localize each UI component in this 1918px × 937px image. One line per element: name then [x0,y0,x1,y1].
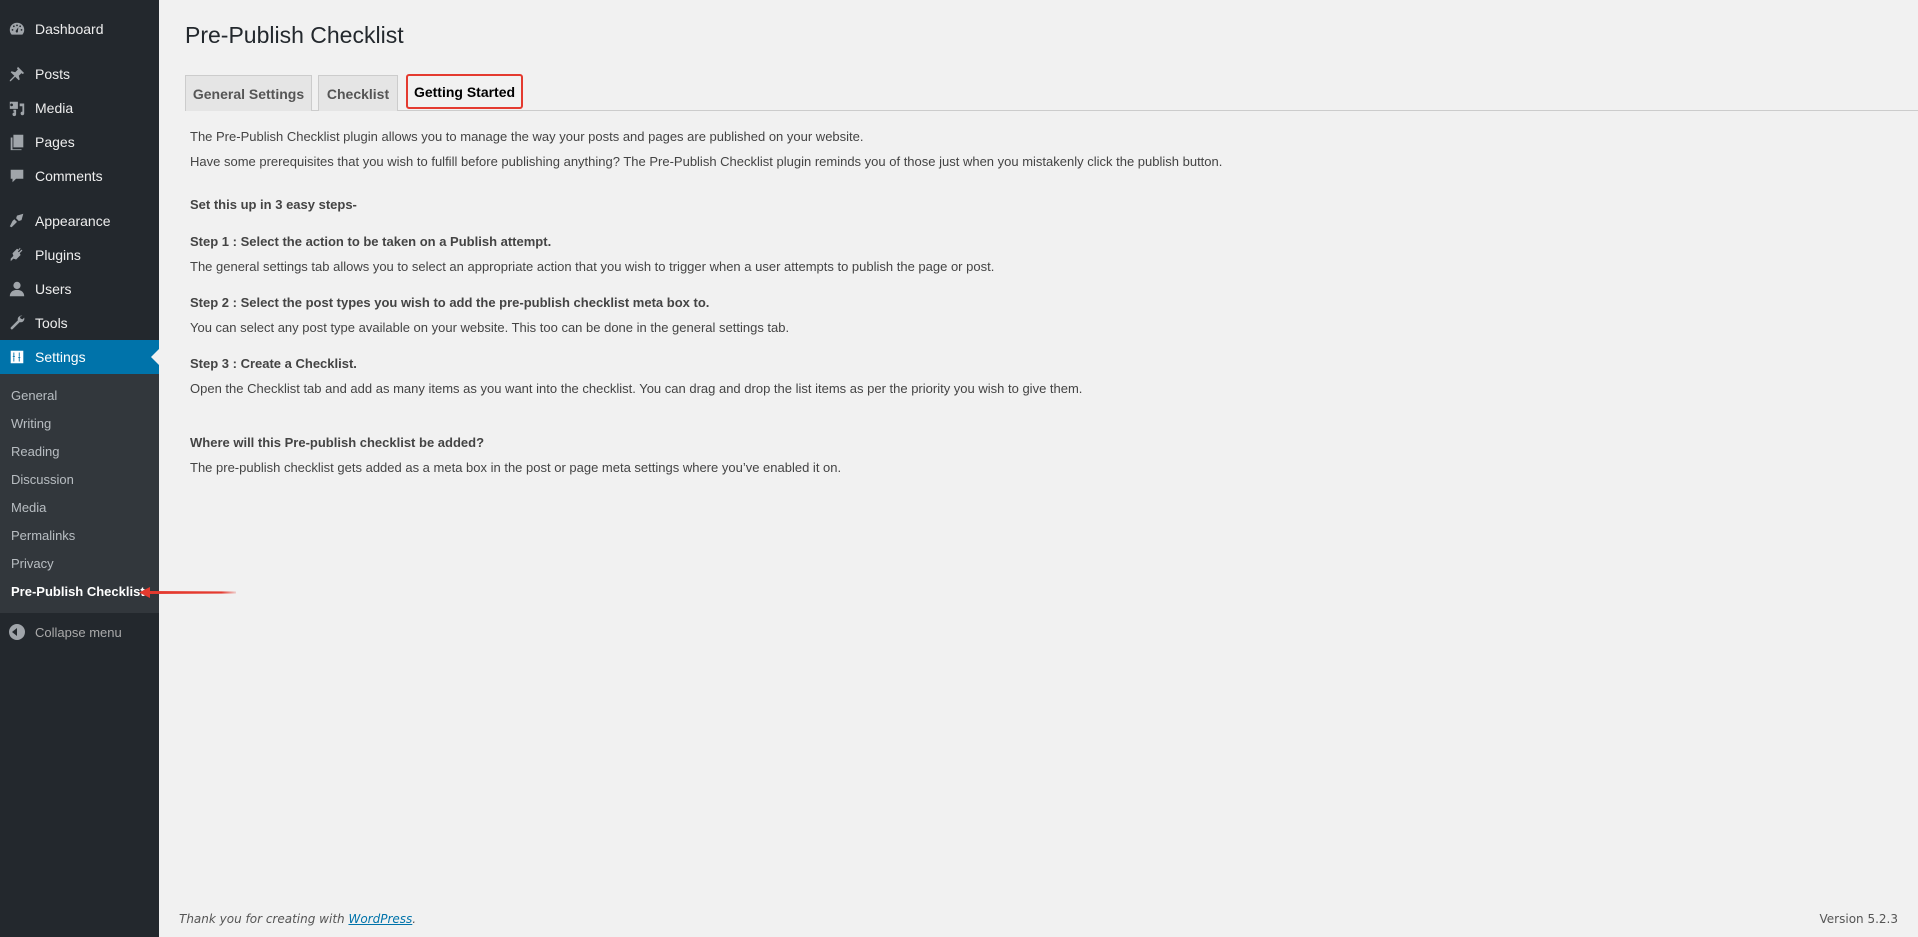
pin-icon [7,64,27,84]
page-title: Pre-Publish Checklist [185,22,404,48]
tab-checklist[interactable]: Checklist [318,75,398,111]
sidebar-item-posts[interactable]: Posts [0,57,159,91]
sidebar-item-label: Posts [35,66,71,82]
wordpress-link[interactable]: WordPress [348,912,412,926]
sidebar-item-pages[interactable]: Pages [0,125,159,159]
version-label: Version 5.2.3 [1819,912,1898,926]
intro-text-2: Have some prerequisites that you wish to… [190,154,1223,169]
pages-icon [7,132,27,152]
admin-sidebar: Dashboard Posts Media Pages Comments App… [0,0,159,649]
intro-text-1: The Pre-Publish Checklist plugin allows … [190,129,864,144]
collapse-menu-button[interactable]: Collapse menu [0,615,159,649]
sidebar-item-settings[interactable]: Settings [0,340,159,374]
footer-thanks: Thank you for creating with WordPress. [179,912,416,926]
steps-heading: Set this up in 3 easy steps- [190,197,357,212]
submenu-item-writing[interactable]: Writing [0,409,159,437]
tab-getting-started[interactable]: Getting Started [406,74,523,109]
sidebar-item-label: Pages [35,134,75,150]
where-text: The pre-publish checklist gets added as … [190,460,842,475]
user-icon [7,279,27,299]
sidebar-item-label: Settings [35,349,86,365]
tab-general-settings[interactable]: General Settings [185,75,312,111]
comment-icon [7,166,27,186]
sidebar-item-label: Appearance [35,213,111,229]
step3-text: Open the Checklist tab and add as many i… [190,381,1083,396]
submenu-item-pre-publish-checklist[interactable]: Pre-Publish Checklist [0,577,159,605]
footer: Thank you for creating with WordPress. V… [179,912,1898,926]
tab-bar: General Settings Checklist Getting Start… [185,74,1918,111]
sidebar-item-label: Dashboard [35,21,104,37]
footer-thanks-suffix: . [412,912,417,926]
step2-title: Step 2 : Select the post types you wish … [190,295,710,310]
sidebar-item-tools[interactable]: Tools [0,306,159,340]
wrench-icon [7,313,27,333]
sidebar-item-label: Users [35,281,72,297]
submenu-item-general[interactable]: General [0,381,159,409]
submenu-item-permalinks[interactable]: Permalinks [0,521,159,549]
sidebar-item-appearance[interactable]: Appearance [0,204,159,238]
plugin-icon [7,245,27,265]
sidebar-item-media[interactable]: Media [0,91,159,125]
media-icon [7,98,27,118]
settings-submenu: General Writing Reading Discussion Media… [0,374,159,613]
sidebar-item-plugins[interactable]: Plugins [0,238,159,272]
settings-icon [7,347,27,367]
main-content: Pre-Publish Checklist General Settings C… [159,0,1918,937]
sidebar-item-label: Comments [35,168,103,184]
sidebar-item-label: Plugins [35,247,81,263]
submenu-item-discussion[interactable]: Discussion [0,465,159,493]
submenu-item-media[interactable]: Media [0,493,159,521]
sidebar-item-dashboard[interactable]: Dashboard [0,12,159,46]
step1-title: Step 1 : Select the action to be taken o… [190,234,552,249]
sidebar-item-users[interactable]: Users [0,272,159,306]
submenu-item-reading[interactable]: Reading [0,437,159,465]
collapse-arrow-icon [9,624,25,640]
step1-text: The general settings tab allows you to s… [190,259,995,274]
step2-text: You can select any post type available o… [190,320,790,335]
submenu-item-privacy[interactable]: Privacy [0,549,159,577]
step3-title: Step 3 : Create a Checklist. [190,356,357,371]
paintbrush-icon [7,211,27,231]
sidebar-item-comments[interactable]: Comments [0,159,159,193]
dashboard-icon [7,19,27,39]
collapse-menu-label: Collapse menu [35,624,122,640]
sidebar-item-label: Tools [35,315,68,331]
footer-thanks-text: Thank you for creating with [179,912,349,926]
where-title: Where will this Pre-publish checklist be… [190,435,485,450]
sidebar-item-label: Media [35,100,74,116]
